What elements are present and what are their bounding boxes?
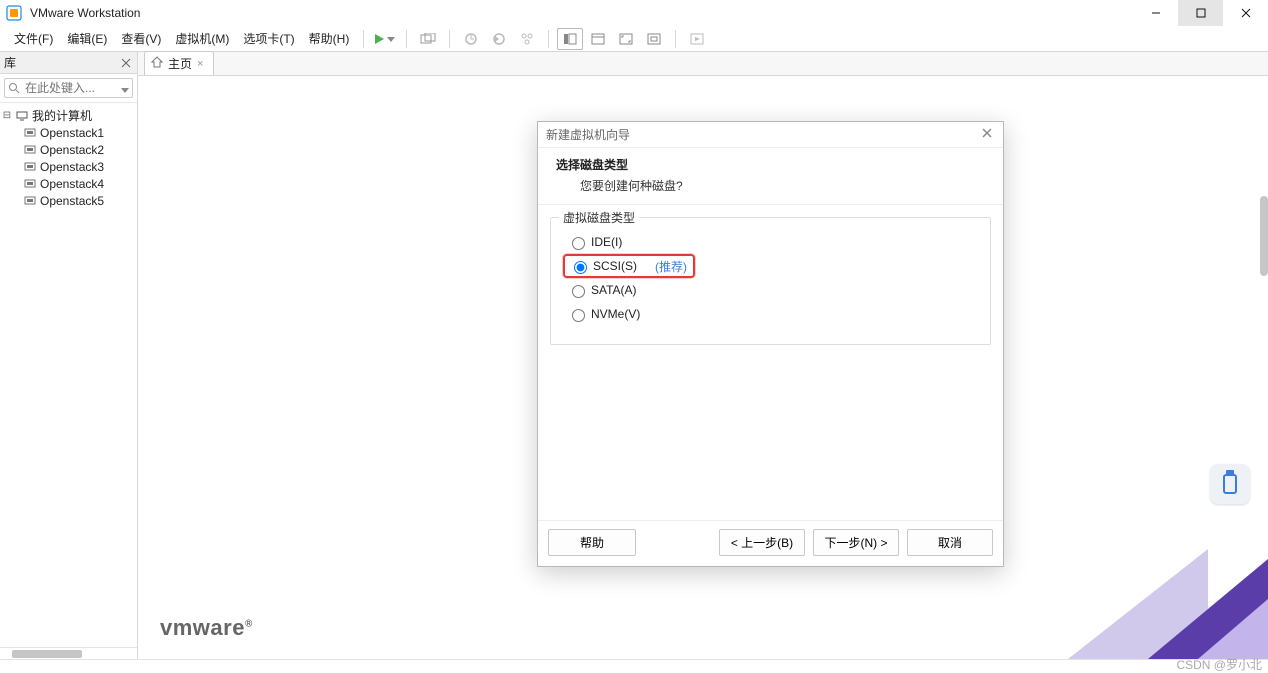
window-title: VMware Workstation — [30, 6, 140, 20]
dialog-heading: 选择磁盘类型 — [556, 156, 985, 173]
tab-close-button[interactable]: × — [197, 58, 203, 70]
snapshot-manage-icon[interactable] — [514, 28, 540, 50]
separator — [406, 30, 407, 48]
toolbar-extra-icon[interactable] — [684, 28, 710, 50]
tree-item-openstack2[interactable]: Openstack2 — [2, 141, 135, 158]
menu-bar: 文件(F) 编辑(E) 查看(V) 虚拟机(M) 选项卡(T) 帮助(H) — [0, 26, 1268, 52]
separator — [363, 30, 364, 48]
dialog-header: 选择磁盘类型 您要创建何种磁盘? — [538, 148, 1003, 205]
window-maximize-button[interactable] — [1178, 0, 1223, 26]
tree-collapse-icon[interactable]: ⊟ — [2, 110, 12, 121]
tree-item-openstack1[interactable]: Openstack1 — [2, 124, 135, 141]
radio-nvme-label: NVMe(V) — [591, 307, 640, 321]
sidebar-h-scrollbar[interactable] — [0, 647, 137, 659]
app-logo-icon — [6, 5, 22, 21]
radio-scsi-recommended: (推荐) — [655, 258, 687, 275]
watermark: CSDN @罗小北 — [1176, 656, 1262, 673]
tree-root-my-computer[interactable]: ⊟ 我的计算机 — [2, 107, 135, 124]
computer-icon — [15, 109, 29, 123]
next-button[interactable]: 下一步(N) > — [813, 529, 899, 556]
footer-gap — [0, 659, 1268, 673]
tree-item-label: Openstack4 — [40, 177, 104, 191]
fullscreen-icon[interactable] — [613, 28, 639, 50]
menu-vm[interactable]: 虚拟机(M) — [169, 27, 235, 50]
help-button[interactable]: 帮助 — [548, 529, 636, 556]
menu-help[interactable]: 帮助(H) — [303, 27, 356, 50]
tree-item-label: Openstack3 — [40, 160, 104, 174]
radio-ide[interactable]: IDE(I) — [567, 230, 980, 254]
radio-nvme[interactable]: NVMe(V) — [567, 302, 980, 326]
window-minimize-button[interactable] — [1133, 0, 1178, 26]
menu-tabs[interactable]: 选项卡(T) — [237, 27, 300, 50]
search-icon — [8, 82, 20, 97]
vm-icon — [23, 177, 37, 191]
dialog-title: 新建虚拟机向导 — [546, 126, 979, 143]
separator — [449, 30, 450, 48]
vm-icon — [23, 194, 37, 208]
home-icon — [151, 56, 163, 71]
radio-nvme-input[interactable] — [572, 309, 585, 322]
back-button[interactable]: < 上一步(B) — [719, 529, 805, 556]
new-vm-wizard-dialog: 新建虚拟机向导 选择磁盘类型 您要创建何种磁盘? 虚拟磁盘类型 IDE(I) — [537, 121, 1004, 567]
menu-file[interactable]: 文件(F) — [8, 27, 59, 50]
radio-sata[interactable]: SATA(A) — [567, 278, 980, 302]
home-content: → 程服务器 vmware® 新建虚拟机向导 选择磁盘类型 您要创建何 — [138, 76, 1268, 659]
tree-item-openstack5[interactable]: Openstack5 — [2, 192, 135, 209]
tree-item-openstack3[interactable]: Openstack3 — [2, 158, 135, 175]
tree-item-label: Openstack2 — [40, 143, 104, 157]
radio-ide-label: IDE(I) — [591, 235, 622, 249]
sidebar-title: 库 — [4, 54, 119, 71]
tree-item-label: Openstack5 — [40, 194, 104, 208]
snapshot-revert-icon[interactable] — [486, 28, 512, 50]
separator — [675, 30, 676, 48]
tab-home-label: 主页 — [168, 55, 192, 72]
vmware-logo: vmware® — [160, 615, 253, 641]
disk-type-group: 虚拟磁盘类型 IDE(I) SCSI(S) (推荐) SATA(A) — [550, 217, 991, 345]
dialog-close-button[interactable] — [979, 127, 995, 142]
tab-strip: 主页 × — [138, 52, 1268, 76]
toolbar-icon[interactable] — [415, 28, 441, 50]
dialog-titlebar[interactable]: 新建虚拟机向导 — [538, 122, 1003, 148]
vm-icon — [23, 143, 37, 157]
snapshot-take-icon[interactable] — [458, 28, 484, 50]
window-titlebar: VMware Workstation — [0, 0, 1268, 26]
view-mode-2-icon[interactable] — [585, 28, 611, 50]
radio-scsi-input[interactable] — [574, 261, 587, 274]
content-v-scrollbar[interactable] — [1260, 196, 1268, 276]
tree-root-label: 我的计算机 — [32, 107, 92, 124]
dialog-subheading: 您要创建何种磁盘? — [580, 177, 985, 194]
sidebar-close-button[interactable] — [119, 56, 133, 70]
tab-home[interactable]: 主页 × — [144, 51, 214, 75]
usb-status-icon[interactable] — [1210, 464, 1250, 504]
radio-scsi-label: SCSI(S) — [593, 259, 637, 273]
tree-item-openstack4[interactable]: Openstack4 — [2, 175, 135, 192]
view-mode-1-icon[interactable] — [557, 28, 583, 50]
menu-edit[interactable]: 编辑(E) — [61, 27, 113, 50]
radio-sata-label: SATA(A) — [591, 283, 637, 297]
library-search-input[interactable] — [4, 78, 133, 98]
library-sidebar: 库 ⊟ 我的计算机 Openstack1 — [0, 52, 138, 659]
library-tree: ⊟ 我的计算机 Openstack1 Openstack2 Openstack3 — [0, 103, 137, 647]
separator — [548, 30, 549, 48]
power-on-button[interactable] — [372, 28, 398, 50]
main-area: 主页 × → 程服务器 vmware® 新建虚拟机向导 — [138, 52, 1268, 659]
decor-triangles — [1038, 519, 1268, 659]
tree-item-label: Openstack1 — [40, 126, 104, 140]
vm-icon — [23, 160, 37, 174]
radio-scsi[interactable]: SCSI(S) (推荐) — [563, 254, 695, 278]
radio-ide-input[interactable] — [572, 237, 585, 250]
search-dropdown-icon[interactable] — [121, 83, 129, 97]
cancel-button[interactable]: 取消 — [907, 529, 993, 556]
unity-icon[interactable] — [641, 28, 667, 50]
menu-view[interactable]: 查看(V) — [115, 27, 167, 50]
dialog-footer: 帮助 < 上一步(B) 下一步(N) > 取消 — [538, 520, 1003, 566]
vm-icon — [23, 126, 37, 140]
radio-sata-input[interactable] — [572, 285, 585, 298]
window-close-button[interactable] — [1223, 0, 1268, 26]
group-legend: 虚拟磁盘类型 — [559, 209, 639, 226]
sidebar-header: 库 — [0, 52, 137, 74]
